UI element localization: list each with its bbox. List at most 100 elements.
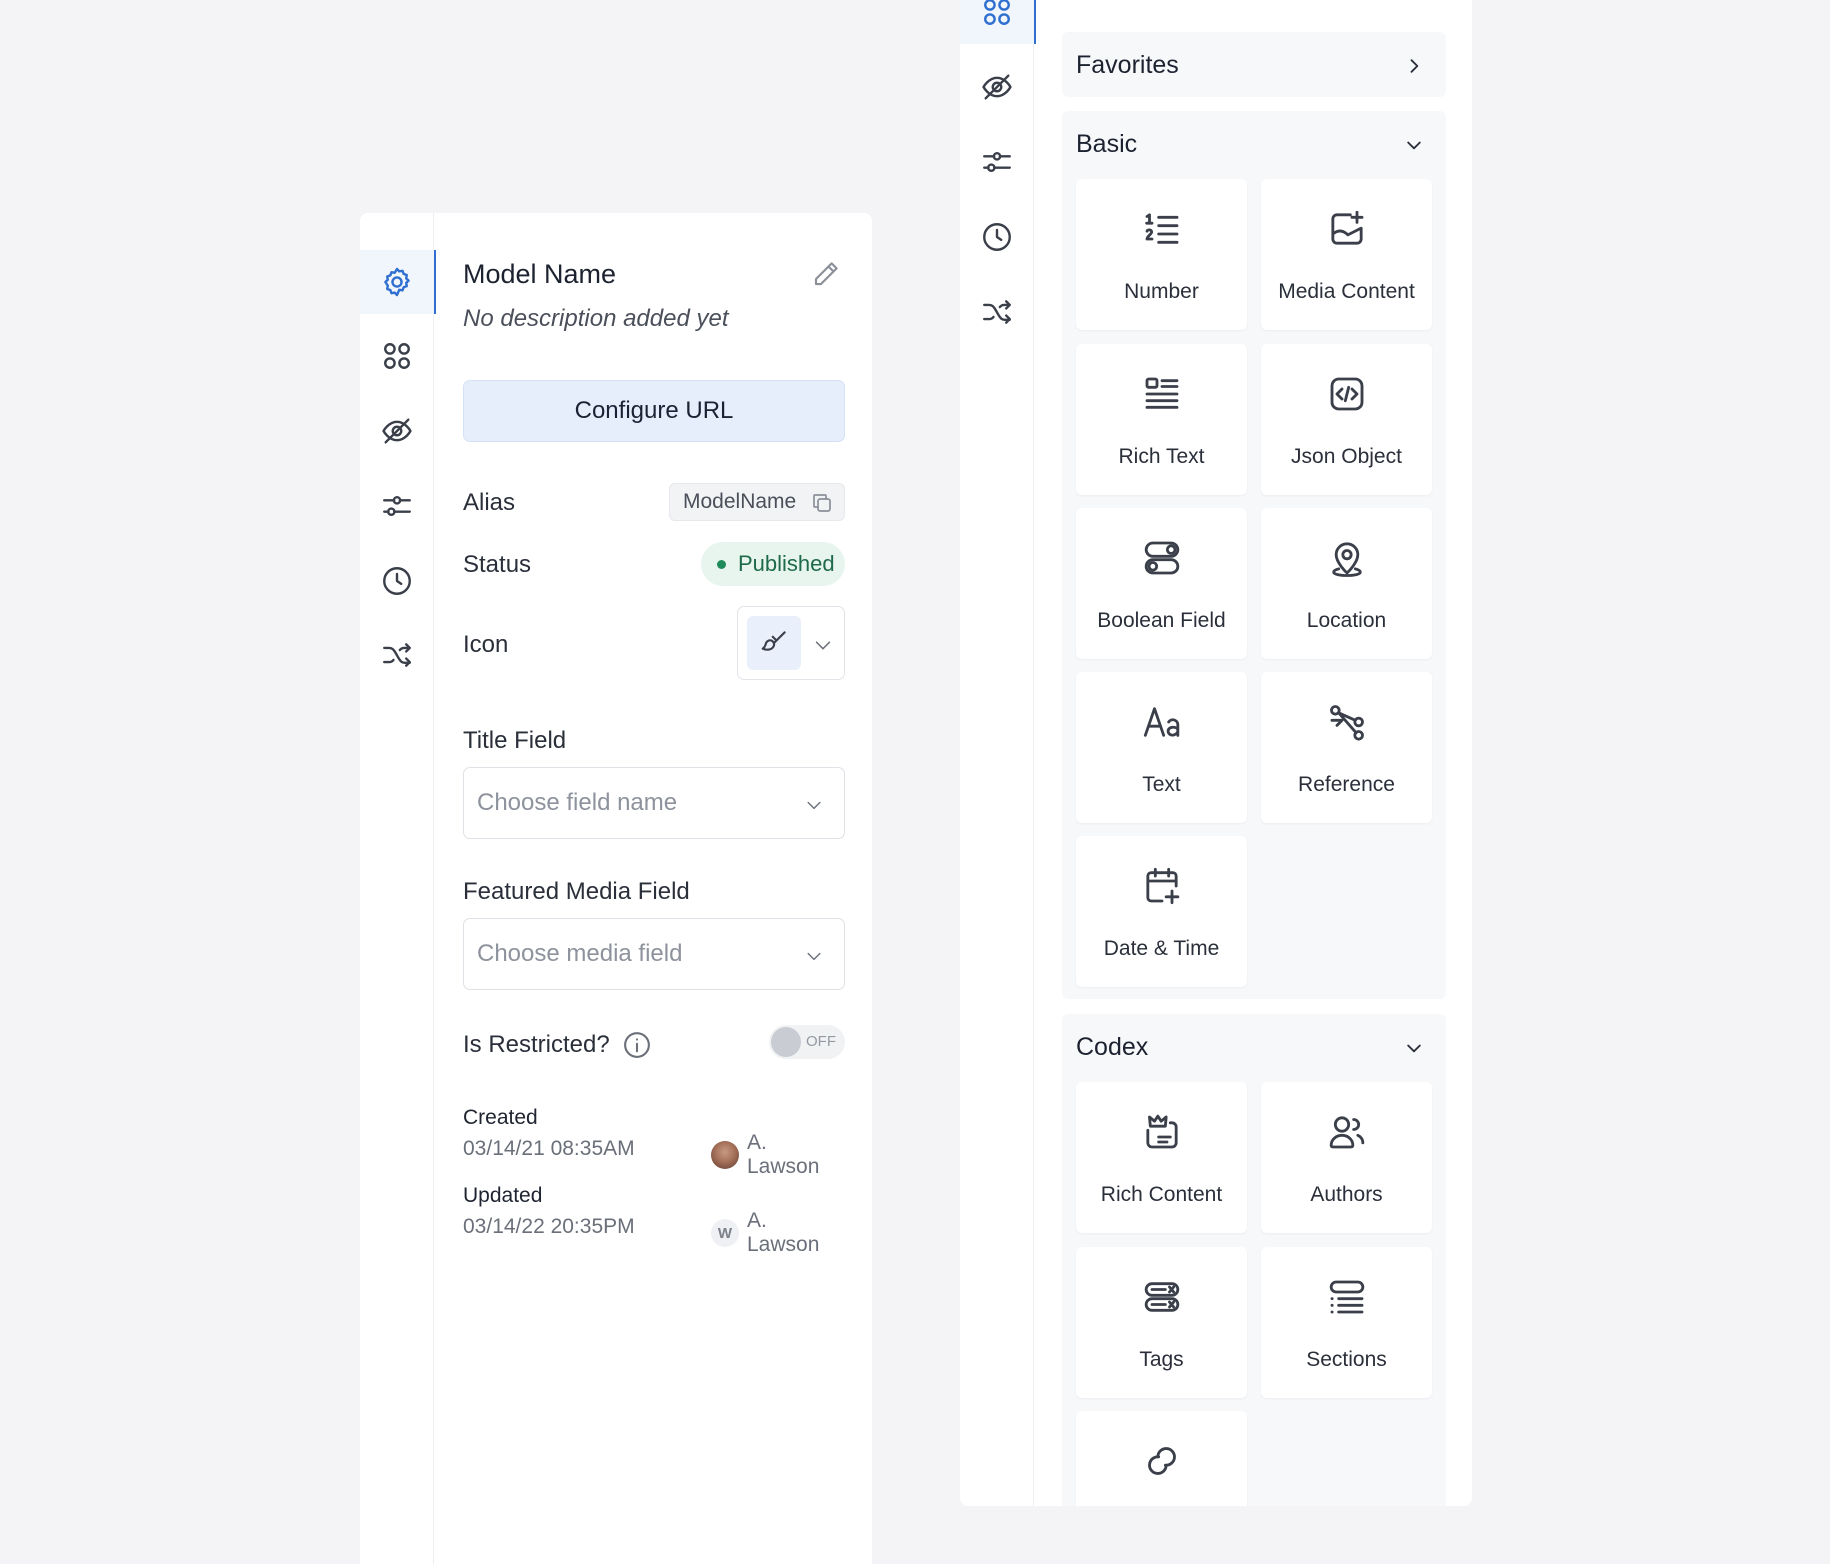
component-card-number[interactable]: Number (1076, 179, 1247, 330)
reference-icon (1329, 705, 1364, 741)
alias-label: Alias (463, 489, 516, 516)
rail-visibility-button[interactable] (960, 55, 1034, 119)
component-card-tags[interactable]: Tags (1076, 1247, 1247, 1398)
grid-icon (984, 0, 1010, 25)
location-pin-icon (1331, 542, 1362, 577)
title-field-placeholder: Choose field name (477, 789, 678, 816)
tags-icon (1144, 1282, 1179, 1312)
rail-visibility-button[interactable] (360, 399, 434, 463)
configure-url-button[interactable]: Configure URL (463, 380, 845, 442)
component-label: Text (1142, 773, 1181, 796)
component-label: Json Object (1291, 445, 1402, 468)
status-dot (717, 559, 726, 569)
shuffle-icon (983, 300, 1011, 324)
component-card-rich-content[interactable]: Rich Content (1076, 1082, 1247, 1233)
title-field-select[interactable]: Choose field name (463, 767, 845, 839)
rail-history-button[interactable] (960, 205, 1034, 269)
component-card-link[interactable] (1076, 1411, 1247, 1506)
component-card-authors[interactable]: Authors (1261, 1082, 1432, 1233)
toggle-icon (1144, 541, 1179, 575)
chevron-down-icon[interactable] (1404, 1038, 1424, 1058)
chevron-down-icon[interactable] (812, 634, 834, 656)
component-card-boolean-field[interactable]: Boolean Field (1076, 508, 1247, 659)
avatar (711, 1141, 739, 1169)
restricted-label: Is Restricted? (463, 1031, 610, 1058)
link-icon (1147, 1447, 1176, 1475)
component-label: Rich Text (1118, 445, 1205, 468)
eye-off-icon (382, 418, 412, 444)
gear-icon (384, 267, 410, 297)
restricted-row: Is Restricted? (463, 1030, 652, 1060)
chevron-down-icon (807, 801, 821, 810)
model-settings-panel: Model Name No description added yet Conf… (360, 213, 872, 1564)
edit-model-button[interactable] (811, 259, 841, 289)
grid-icon (384, 343, 410, 369)
rail-shuffle-button[interactable] (960, 280, 1034, 344)
status-label: Status (463, 551, 532, 578)
component-label: Media Content (1278, 280, 1415, 303)
components-panel: Favorites Basic Number Media Content Ric… (960, 0, 1472, 1506)
copy-icon[interactable] (810, 491, 834, 515)
updated-label: Updated (463, 1184, 543, 1207)
crown-doc-icon (1145, 1114, 1178, 1149)
right-sidebar-rail (960, 0, 1036, 1506)
favorites-title: Favorites (1076, 50, 1179, 79)
calendar-add-icon (1145, 867, 1179, 905)
codex-section: Codex Rich Content Authors Tags Sections (1062, 1014, 1446, 1506)
codex-title: Codex (1076, 1032, 1149, 1061)
favorites-section[interactable]: Favorites (1062, 32, 1446, 97)
code-icon (1330, 377, 1363, 411)
pencil-icon (814, 262, 838, 286)
rail-components-button[interactable] (960, 0, 1036, 44)
icon-label: Icon (463, 631, 509, 658)
sliders-icon (383, 496, 411, 516)
component-label: Reference (1298, 773, 1395, 796)
updated-by: W A. Lawson (711, 1209, 845, 1257)
component-label: Authors (1310, 1183, 1383, 1206)
created-label: Created (463, 1106, 538, 1129)
component-label: Boolean Field (1097, 609, 1226, 632)
created-date: 03/14/21 08:35AM (463, 1137, 635, 1160)
chevron-down-icon[interactable] (1404, 135, 1424, 155)
toggle-state-text: OFF (806, 1033, 836, 1050)
component-label: Location (1306, 609, 1387, 632)
component-card-media-content[interactable]: Media Content (1261, 179, 1432, 330)
component-label: Rich Content (1100, 1183, 1223, 1206)
basic-title: Basic (1076, 129, 1138, 158)
component-card-text[interactable]: Text (1076, 672, 1247, 823)
info-icon[interactable] (622, 1030, 652, 1060)
component-card-reference[interactable]: Reference (1261, 672, 1432, 823)
restricted-toggle[interactable]: OFF (769, 1025, 845, 1059)
component-label: Number (1124, 280, 1199, 303)
media-field-placeholder: Choose media field (477, 940, 683, 967)
rail-components-button[interactable] (360, 324, 434, 388)
number-list-icon (1144, 213, 1178, 244)
alias-chip[interactable]: ModelName (669, 483, 845, 521)
alias-value: ModelName (683, 490, 797, 513)
eye-off-icon (982, 74, 1012, 100)
component-label: Sections (1306, 1348, 1387, 1371)
component-card-rich-text[interactable]: Rich Text (1076, 344, 1247, 495)
component-card-json-object[interactable]: Json Object (1261, 344, 1432, 495)
rail-filters-button[interactable] (360, 474, 434, 538)
rail-filters-button[interactable] (960, 130, 1034, 194)
rail-settings-button[interactable] (360, 250, 436, 314)
component-label: Tags (1139, 1348, 1184, 1371)
sections-icon (1329, 1280, 1364, 1314)
rail-history-button[interactable] (360, 549, 434, 613)
sliders-icon (983, 152, 1011, 172)
created-by-name: A. Lawson (746, 1131, 820, 1178)
toggle-knob (771, 1027, 801, 1057)
component-card-date-time[interactable]: Date & Time (1076, 836, 1247, 987)
title-field-label: Title Field (463, 727, 567, 754)
component-card-location[interactable]: Location (1261, 508, 1432, 659)
status-badge: Published (701, 542, 845, 586)
model-description: No description added yet (463, 305, 729, 332)
rail-shuffle-button[interactable] (360, 623, 434, 687)
chevron-right-icon[interactable] (1404, 56, 1424, 76)
clock-icon (983, 223, 1011, 251)
updated-date: 03/14/22 20:35PM (463, 1215, 635, 1238)
icon-picker[interactable] (737, 606, 845, 680)
media-field-select[interactable]: Choose media field (463, 918, 845, 990)
component-card-sections[interactable]: Sections (1261, 1247, 1432, 1398)
